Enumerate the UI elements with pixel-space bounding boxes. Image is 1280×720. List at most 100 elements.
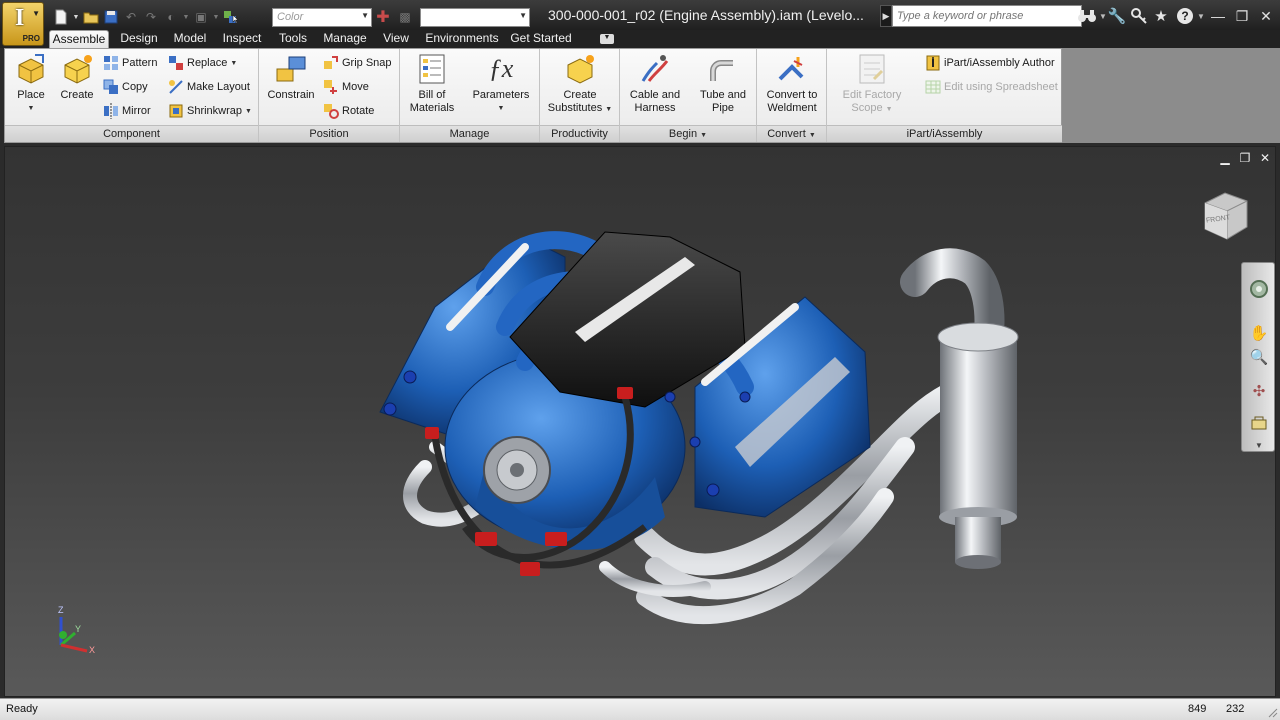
- bill-of-materials-button[interactable]: Bill of Materials: [404, 53, 460, 115]
- pattern-button[interactable]: Pattern: [103, 53, 157, 73]
- zoom-icon[interactable]: 🔍: [1249, 347, 1269, 367]
- tab-manage[interactable]: Manage: [320, 30, 370, 48]
- project-dropdown-icon[interactable]: ▼: [212, 8, 220, 26]
- engine-assembly-model[interactable]: [5, 147, 1276, 697]
- cable-label-line2: Harness: [634, 102, 676, 114]
- rotate-button[interactable]: Rotate: [323, 101, 374, 121]
- info-center-search: ▶: [880, 5, 1082, 27]
- place-button[interactable]: Place ▼: [9, 53, 53, 115]
- create-component-icon: [61, 53, 93, 85]
- chevron-down-icon: ▼: [497, 105, 505, 112]
- create-button[interactable]: Create: [55, 53, 99, 102]
- tab-design[interactable]: Design: [113, 30, 165, 48]
- move-button[interactable]: Move: [323, 77, 369, 97]
- grip-snap-icon: [323, 55, 339, 71]
- return-dropdown-icon[interactable]: ▼: [182, 8, 190, 26]
- chevron-down-icon: ▼: [700, 132, 708, 139]
- add-icon[interactable]: ✚: [374, 8, 392, 26]
- convert-label-line2: Weldment: [767, 102, 817, 114]
- save-icon[interactable]: [102, 8, 120, 26]
- clear-appearance-icon[interactable]: ▩: [396, 8, 414, 26]
- constrain-button[interactable]: Constrain: [263, 53, 319, 102]
- copy-button[interactable]: Copy: [103, 77, 148, 97]
- edition-badge: PRO: [22, 34, 40, 43]
- ribbon-options-icon[interactable]: ▼: [600, 34, 614, 44]
- open-icon[interactable]: [82, 8, 100, 26]
- mirror-label: Mirror: [122, 105, 151, 117]
- maximize-icon[interactable]: ❐: [1230, 4, 1254, 28]
- graphics-viewport[interactable]: ▁ ❐ ✕ FRONT ✋ 🔍 ✣ ▼ Z Y X: [4, 146, 1276, 697]
- return-icon[interactable]: ◐: [162, 8, 180, 26]
- panel-title-convert[interactable]: Convert ▼: [757, 125, 826, 142]
- tube-and-pipe-button[interactable]: Tube and Pipe: [692, 53, 754, 115]
- tab-assemble[interactable]: Assemble: [49, 30, 109, 48]
- design-view-combo[interactable]: ▼: [420, 8, 530, 27]
- chevron-down-icon[interactable]: ▼: [1196, 5, 1206, 27]
- tab-inspect[interactable]: Inspect: [219, 30, 265, 48]
- window-title: 300-000-001_r02 (Engine Assembly).iam (L…: [548, 7, 864, 23]
- chevron-down-icon[interactable]: ▼: [1249, 435, 1269, 455]
- project-icon[interactable]: ▣: [192, 8, 210, 26]
- redo-icon[interactable]: ↷: [142, 8, 160, 26]
- orbit-icon[interactable]: ✣: [1249, 381, 1269, 401]
- steering-wheel-icon[interactable]: [1249, 279, 1269, 299]
- replace-button[interactable]: Replace ▼: [168, 53, 237, 73]
- search-input[interactable]: [892, 5, 1082, 27]
- cable-harness-icon: [639, 53, 671, 85]
- panel-title-productivity: Productivity: [540, 125, 619, 142]
- tab-view[interactable]: View: [377, 30, 415, 48]
- quick-access-toolbar: ▼ ↶ ↷ ◐ ▼ ▣ ▼: [52, 8, 240, 26]
- panel-title-component: Component: [5, 125, 258, 142]
- view-cube[interactable]: FRONT: [1199, 187, 1251, 243]
- ipart-author-button[interactable]: iPart/iAssembly Author: [925, 53, 1055, 73]
- new-icon[interactable]: [52, 8, 70, 26]
- minimize-icon[interactable]: —: [1206, 4, 1230, 28]
- panel-productivity: Create Substitutes ▼ Productivity: [540, 49, 620, 142]
- edit-spreadsheet-button[interactable]: Edit using Spreadsheet: [925, 77, 1058, 97]
- tab-model[interactable]: Model: [169, 30, 211, 48]
- bom-label-line1: Bill of: [418, 89, 446, 101]
- mirror-button[interactable]: Mirror: [103, 101, 151, 121]
- convert-to-weldment-button[interactable]: Convert to Weldment: [759, 53, 825, 115]
- help-icon[interactable]: ?: [1174, 5, 1196, 27]
- close-icon[interactable]: ✕: [1254, 4, 1278, 28]
- tab-tools[interactable]: Tools: [274, 30, 312, 48]
- panel-title-ipart: iPart/iAssembly: [827, 125, 1062, 142]
- factory-label-line1: Edit Factory: [842, 89, 902, 101]
- parameters-button[interactable]: ƒx Parameters ▼: [466, 53, 536, 115]
- create-substitutes-icon: [564, 53, 596, 85]
- panel-title-begin[interactable]: Begin ▼: [620, 125, 756, 142]
- undo-icon[interactable]: ↶: [122, 8, 140, 26]
- shrinkwrap-button[interactable]: Shrinkwrap ▼: [168, 101, 252, 121]
- wrench-icon[interactable]: 🔧: [1106, 5, 1128, 27]
- triad-x-label: X: [89, 645, 96, 655]
- triad-y-label: Y: [75, 624, 82, 634]
- make-layout-button[interactable]: Make Layout: [168, 77, 250, 97]
- key-icon[interactable]: [1128, 5, 1150, 27]
- tab-get-started[interactable]: Get Started: [508, 30, 574, 48]
- select-icon[interactable]: [222, 8, 240, 26]
- grip-snap-button[interactable]: Grip Snap: [323, 53, 392, 73]
- application-menu-button[interactable]: I ▼ PRO: [2, 2, 44, 46]
- create-substitutes-button[interactable]: Create Substitutes ▼: [546, 53, 614, 116]
- make-layout-icon: [168, 79, 184, 95]
- color-combo[interactable]: Color ▼: [272, 8, 372, 27]
- new-dropdown-icon[interactable]: ▼: [72, 8, 80, 26]
- chevron-down-icon: ▼: [361, 11, 369, 20]
- resize-grip-icon[interactable]: [1266, 706, 1278, 718]
- edit-factory-scope-button[interactable]: Edit Factory Scope ▼: [833, 53, 911, 116]
- star-icon[interactable]: ★: [1150, 5, 1172, 27]
- chevron-down-icon: ▼: [885, 106, 893, 113]
- cable-label-line1: Cable and: [629, 89, 681, 101]
- tube-label-line2: Pipe: [711, 102, 735, 114]
- cable-and-harness-button[interactable]: Cable and Harness: [624, 53, 686, 115]
- pan-icon[interactable]: ✋: [1249, 323, 1269, 343]
- look-at-icon[interactable]: [1249, 413, 1269, 433]
- bill-of-materials-icon: [416, 53, 448, 85]
- tab-environments[interactable]: Environments: [421, 30, 503, 48]
- muffler: [937, 322, 1019, 569]
- chevron-down-icon: ▼: [230, 59, 238, 67]
- binoculars-icon[interactable]: [1076, 5, 1098, 27]
- expand-search-icon[interactable]: ▶: [880, 5, 892, 27]
- place-label: Place: [17, 89, 45, 101]
